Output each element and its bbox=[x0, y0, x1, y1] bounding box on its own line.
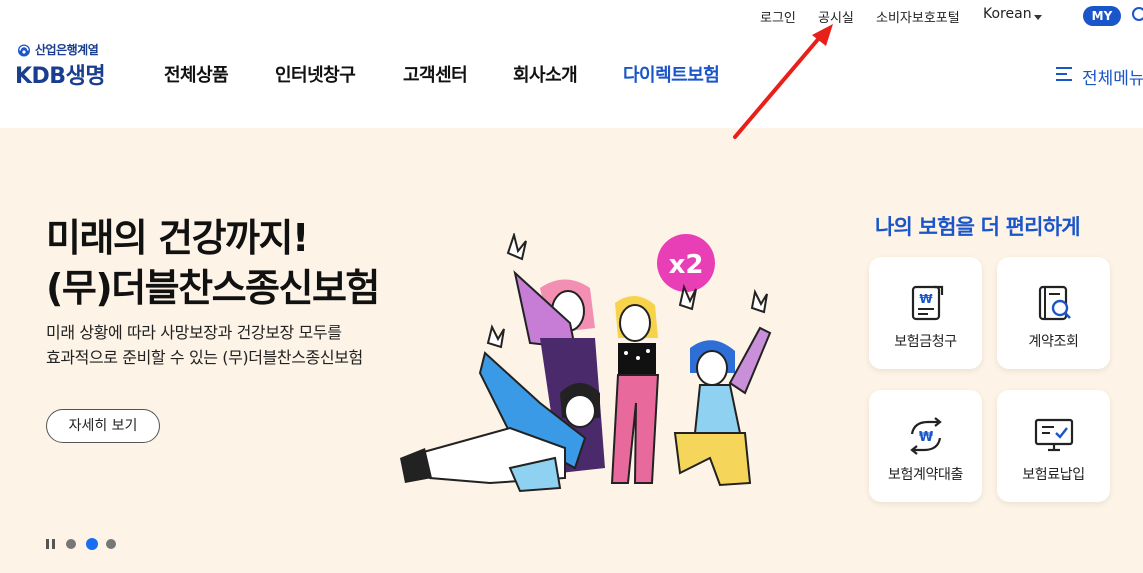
slide-dot-2-active[interactable] bbox=[86, 538, 98, 550]
notice-link[interactable]: 공시실 bbox=[818, 7, 854, 26]
contract-search-icon bbox=[1038, 285, 1071, 321]
quick-payment-card[interactable]: 보험료납입 bbox=[997, 390, 1110, 502]
slide-pager bbox=[46, 538, 126, 550]
kdb-logo[interactable]: 산업은행계열 KDB생명 bbox=[15, 41, 125, 89]
nav-direct-insurance[interactable]: 다이렉트보험 bbox=[623, 61, 720, 87]
hero-desc-line1: 미래 상황에 따라 사망보장과 건강보장 모두를 bbox=[46, 323, 342, 342]
nav-all-products[interactable]: 전체상품 bbox=[164, 61, 229, 87]
loan-exchange-icon: ₩ bbox=[910, 417, 942, 455]
all-menu-label: 전체메뉴 bbox=[1082, 69, 1143, 89]
nav-customer-center[interactable]: 고객센터 bbox=[403, 61, 468, 87]
premium-payment-monitor-icon bbox=[1034, 418, 1074, 452]
quick-claim-card[interactable]: ₩ 보험금청구 bbox=[869, 257, 982, 369]
nav-company-intro[interactable]: 회사소개 bbox=[513, 61, 578, 87]
quick-contract-card[interactable]: 계약조회 bbox=[997, 257, 1110, 369]
nav-internet-branch[interactable]: 인터넷창구 bbox=[275, 61, 356, 87]
all-menu-button[interactable]: 전체메뉴 bbox=[1056, 64, 1143, 89]
hero-description: 미래 상황에 따라 사망보장과 건강보장 모두를 효과적으로 준비할 수 있는 … bbox=[46, 320, 363, 370]
hamburger-icon bbox=[1056, 67, 1072, 81]
quick-contract-label: 계약조회 bbox=[1028, 334, 1079, 350]
slide-dot-3[interactable] bbox=[106, 539, 116, 549]
hero-title: 미래의 건강까지! (무)더블찬스종신보험 bbox=[46, 213, 380, 313]
hero-desc-line2: 효과적으로 준비할 수 있는 (무)더블찬스종신보험 bbox=[46, 348, 363, 367]
pause-icon[interactable] bbox=[46, 539, 56, 549]
hero-title-line2: (무)더블찬스종신보험 bbox=[46, 266, 380, 310]
claim-document-icon: ₩ bbox=[911, 285, 944, 321]
hero-title-line1: 미래의 건강까지! bbox=[46, 216, 309, 260]
login-link[interactable]: 로그인 bbox=[760, 7, 796, 26]
hero-banner: 미래의 건강까지! (무)더블찬스종신보험 미래 상황에 따라 사망보장과 건강… bbox=[0, 128, 1143, 573]
my-button[interactable]: MY bbox=[1083, 6, 1121, 26]
search-icon[interactable] bbox=[1132, 7, 1143, 21]
utility-bar: 로그인 공시실 소비자보호포털 Korean MY bbox=[0, 6, 1143, 27]
svg-text:₩: ₩ bbox=[919, 430, 934, 445]
language-select[interactable]: Korean bbox=[983, 6, 1042, 22]
quick-claim-label: 보험금청구 bbox=[894, 334, 957, 350]
slide-dot-1[interactable] bbox=[66, 539, 76, 549]
svg-text:₩: ₩ bbox=[919, 292, 933, 306]
quick-menu-title: 나의 보험을 더 편리하게 bbox=[875, 215, 1081, 239]
quick-loan-label: 보험계약대출 bbox=[888, 467, 963, 483]
hero-illustration: x2 bbox=[400, 233, 772, 493]
x2-badge-text: x2 bbox=[669, 250, 704, 280]
quick-payment-label: 보험료납입 bbox=[1022, 467, 1085, 483]
kdb-emblem-icon bbox=[18, 44, 30, 57]
quick-loan-card[interactable]: ₩ 보험계약대출 bbox=[869, 390, 982, 502]
caret-down-icon bbox=[1034, 15, 1042, 20]
figure-blue-hair bbox=[673, 288, 772, 487]
logo-title: KDB생명 bbox=[15, 64, 106, 89]
consumer-portal-link[interactable]: 소비자보호포털 bbox=[876, 7, 960, 26]
language-label: Korean bbox=[983, 6, 1032, 22]
logo-subtitle: 산업은행계열 bbox=[35, 43, 99, 57]
x2-badge: x2 bbox=[657, 234, 715, 292]
detail-button[interactable]: 자세히 보기 bbox=[46, 409, 160, 443]
